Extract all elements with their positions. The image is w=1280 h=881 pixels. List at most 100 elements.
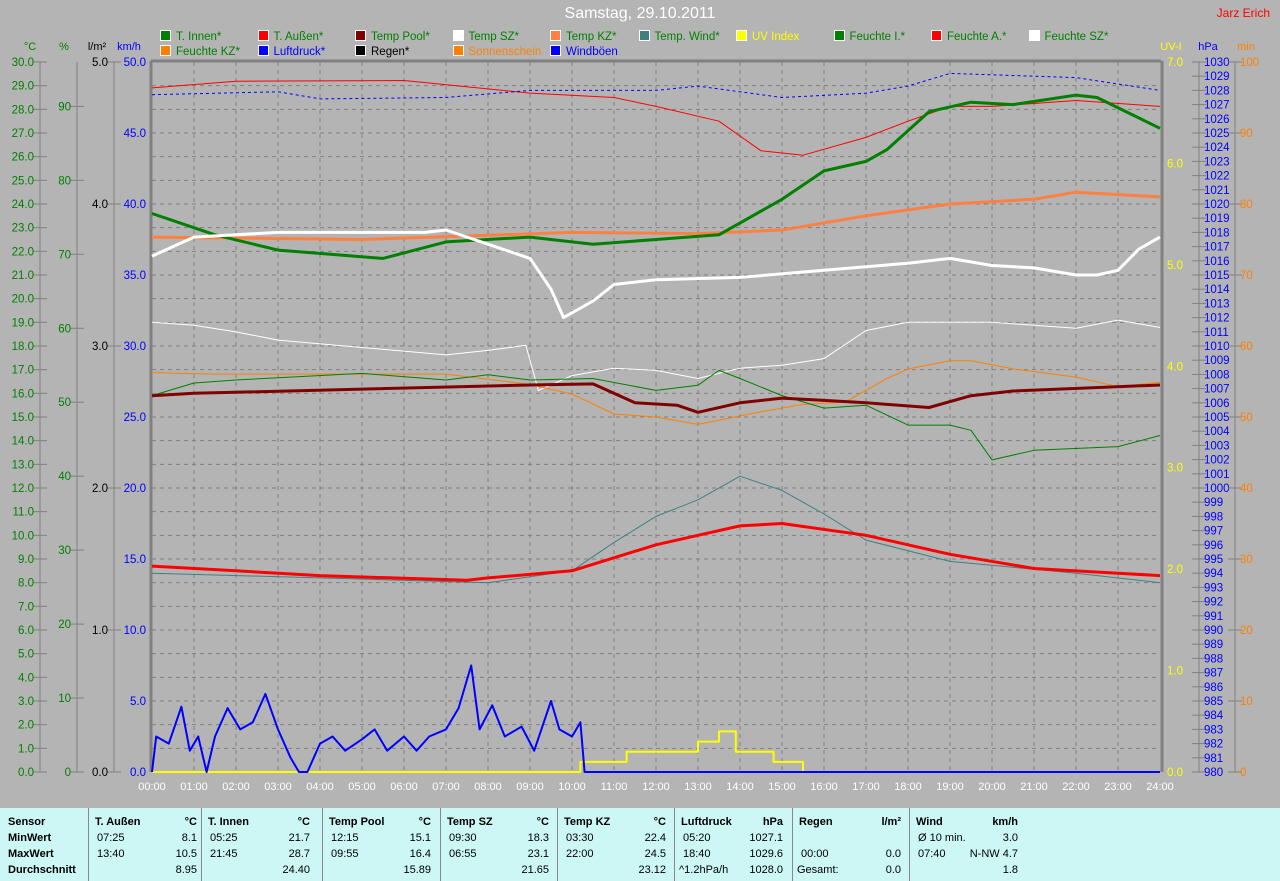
- stats-max: 24.5: [644, 848, 666, 860]
- author-label: Jarz Erich: [1216, 6, 1270, 20]
- stats-max-time: 22:00: [566, 848, 594, 860]
- press-tick-label: 1024: [1204, 142, 1230, 154]
- press-tick-label: 994: [1204, 568, 1224, 580]
- stats-min: 3.0: [1002, 832, 1018, 844]
- stats-max: 1029.6: [749, 848, 783, 860]
- press-tick-label: 1016: [1204, 256, 1230, 268]
- legend-label: Feuchte I.*: [849, 31, 906, 43]
- stats-avg: 1.8: [1002, 864, 1018, 876]
- stats-unit: hPa: [762, 816, 783, 828]
- chart-title: Samstag, 29.10.2011: [564, 5, 716, 22]
- press-tick-label: 993: [1204, 582, 1223, 594]
- legend: T. Innen* T. Außen* Temp Pool* Temp SZ* Temp…: [160, 30, 1120, 60]
- temp-tick-label: 22.0: [12, 246, 34, 258]
- stats-max: 0.0: [885, 848, 901, 860]
- press-tick-label: 1012: [1204, 313, 1230, 325]
- uv-axis-unit: UV-I: [1160, 41, 1181, 53]
- temp-tick-label: 17.0: [12, 365, 34, 377]
- legend-item: Temp SZ*: [452, 30, 519, 44]
- uv-tick-label: 4.0: [1167, 361, 1183, 373]
- legend-label: T. Innen*: [176, 31, 222, 43]
- stats-max: 23.1: [527, 848, 549, 860]
- wind-tick-label: 10.0: [124, 625, 146, 637]
- uv-tick-label: 3.0: [1167, 463, 1183, 475]
- stats-max: 10.5: [175, 848, 197, 860]
- press-tick-label: 998: [1204, 511, 1223, 523]
- press-tick-label: 1003: [1204, 440, 1230, 452]
- uv-tick-label: 6.0: [1167, 158, 1183, 170]
- sun-tick-label: 30: [1240, 554, 1253, 566]
- temp-tick-label: 0.0: [18, 767, 34, 779]
- stats-unit: °C: [184, 816, 197, 828]
- x-tick-label: 16:00: [810, 781, 838, 793]
- stats-min: 15.1: [409, 832, 431, 844]
- sun-tick-label: 20: [1240, 625, 1253, 637]
- stats-avg: 23.12: [638, 864, 666, 876]
- press-tick-label: 1023: [1204, 156, 1230, 168]
- legend-swatch-icon: [736, 30, 747, 41]
- rain-axis-unit: l/m²: [88, 41, 107, 53]
- press-tick-label: 1019: [1204, 213, 1230, 225]
- press-tick-label: 1008: [1204, 369, 1230, 381]
- press-tick-label: 1015: [1204, 270, 1230, 282]
- stats-avg-label: Gesamt:: [797, 864, 839, 876]
- press-tick-label: 987: [1204, 668, 1223, 680]
- temp-tick-label: 21.0: [12, 270, 34, 282]
- x-tick-label: 07:00: [432, 781, 460, 793]
- temp-tick-label: 5.0: [18, 649, 34, 661]
- sun-tick-label: 50: [1240, 412, 1253, 424]
- hum-tick-label: 50: [58, 397, 71, 409]
- stats-avg-label: ^1.2hPa/h: [679, 864, 729, 876]
- press-tick-label: 995: [1204, 554, 1223, 566]
- temp-tick-label: 27.0: [12, 128, 34, 140]
- hum-tick-label: 10: [58, 693, 71, 705]
- legend-item: Temp KZ*: [550, 30, 617, 44]
- stats-min-time: 05:20: [683, 832, 711, 844]
- weather-chart: °C 0.0 1.0 2.0 3.0 4.0 5.0 6.0 7.0 8.0 9.0 10.0 11.0…: [12, 41, 1260, 793]
- temp-tick-label: 20.0: [12, 294, 34, 306]
- temp-tick-label: 7.0: [18, 601, 34, 613]
- x-tick-label: 23:00: [1104, 781, 1132, 793]
- sun-axis-unit: min: [1237, 41, 1255, 53]
- legend-swatch-icon: [452, 45, 464, 56]
- row-label-max: MaxWert: [8, 848, 54, 860]
- stats-min-time: 07:25: [97, 832, 125, 844]
- wind-tick-label: 40.0: [124, 199, 146, 211]
- sun-tick-label: 10: [1240, 696, 1253, 708]
- press-tick-label: 1009: [1204, 355, 1230, 367]
- stats-max-time: 21:45: [210, 848, 238, 860]
- stats-column: Temp Pool °C 12:15 15.1 09:55 16.4 15.89: [322, 808, 435, 881]
- stats-column: Luftdruck hPa 05:20 1027.1 18:40 1029.6 ^1.2hP…: [674, 808, 787, 881]
- stats-max: 16.4: [409, 848, 431, 860]
- x-tick-label: 24:00: [1146, 781, 1174, 793]
- temp-tick-label: 29.0: [12, 81, 34, 93]
- press-tick-label: 1026: [1204, 114, 1230, 126]
- hum-tick-label: 70: [58, 249, 71, 261]
- legend-label: Temp. Wind*: [654, 31, 720, 43]
- sun-tick-label: 0: [1240, 767, 1246, 779]
- x-tick-label: 18:00: [894, 781, 922, 793]
- row-label-avg: Durchschnitt: [8, 864, 76, 876]
- stats-avg: 21.65: [521, 864, 549, 876]
- temp-tick-label: 10.0: [12, 530, 34, 542]
- uv-tick-label: 0.0: [1167, 767, 1183, 779]
- hum-tick-label: 80: [58, 175, 71, 187]
- x-tick-label: 10:00: [558, 781, 586, 793]
- x-tick-label: 11:00: [601, 781, 628, 793]
- press-tick-label: 1014: [1204, 284, 1230, 296]
- stats-name: Temp SZ: [447, 816, 493, 828]
- rain-tick-label: 2.0: [92, 483, 108, 495]
- press-tick-label: 989: [1204, 639, 1223, 651]
- legend-swatch-icon: [257, 45, 269, 56]
- legend-item: Feuchte A.*: [931, 30, 1006, 44]
- stats-unit: km/h: [992, 816, 1018, 828]
- x-tick-label: 14:00: [726, 781, 754, 793]
- press-tick-label: 992: [1204, 597, 1223, 609]
- sun-tick-label: 40: [1240, 483, 1253, 495]
- rain-tick-label: 5.0: [92, 57, 108, 69]
- press-axis-unit: hPa: [1198, 41, 1218, 53]
- stats-unit: °C: [653, 816, 666, 828]
- hum-tick-label: 30: [58, 545, 71, 557]
- press-tick-label: 985: [1204, 696, 1223, 708]
- press-tick-label: 984: [1204, 710, 1224, 722]
